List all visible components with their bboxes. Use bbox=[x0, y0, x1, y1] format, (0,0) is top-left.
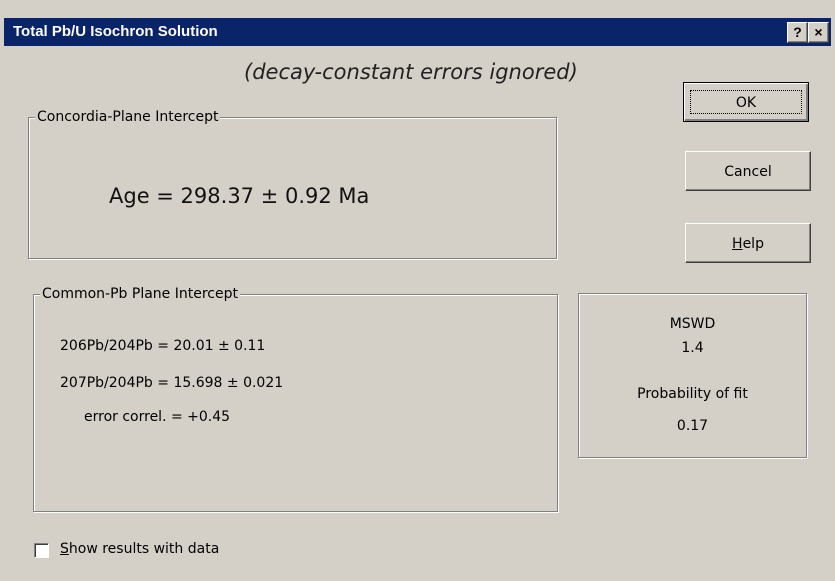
window-title: Total Pb/U Isochron Solution bbox=[13, 23, 218, 40]
error-correlation: error correl. = +0.45 bbox=[84, 409, 231, 425]
ratio-206-204: 206Pb/204Pb = 20.01 ± 0.11 bbox=[60, 338, 266, 354]
cancel-button[interactable]: Cancel bbox=[685, 151, 811, 191]
show-results-text: how results with data bbox=[68, 541, 220, 557]
common-pb-groupbox: Common-Pb Plane Intercept 206Pb/204Pb = … bbox=[33, 286, 558, 512]
dialog-window: Total Pb/U Isochron Solution ? × (decay-… bbox=[0, 0, 835, 581]
probability-label: Probability of fit bbox=[637, 386, 748, 402]
mswd-label: MSWD bbox=[669, 316, 716, 332]
show-results-checkbox[interactable] bbox=[34, 543, 49, 558]
subtitle-note: (decay-constant errors ignored) bbox=[244, 60, 578, 84]
age-result: Age = 298.37 ± 0.92 Ma bbox=[109, 184, 370, 208]
ratio-207-204: 207Pb/204Pb = 15.698 ± 0.021 bbox=[60, 375, 284, 391]
concordia-groupbox: Concordia-Plane Intercept Age = 298.37 ±… bbox=[28, 109, 557, 259]
help-label: elp bbox=[742, 236, 764, 252]
close-icon[interactable]: × bbox=[808, 22, 829, 43]
common-pb-legend: Common-Pb Plane Intercept bbox=[40, 286, 240, 302]
mswd-value: 1.4 bbox=[681, 340, 704, 356]
ok-label: OK bbox=[690, 90, 802, 114]
concordia-legend: Concordia-Plane Intercept bbox=[35, 109, 221, 125]
stats-box: MSWD 1.4 Probability of fit 0.17 bbox=[578, 293, 807, 458]
show-results-label[interactable]: Show results with data bbox=[60, 541, 219, 557]
show-results-mnemonic: S bbox=[60, 541, 69, 557]
help-title-button[interactable]: ? bbox=[787, 22, 808, 43]
help-mnemonic: H bbox=[732, 236, 743, 252]
probability-value: 0.17 bbox=[676, 418, 709, 434]
ok-button[interactable]: OK bbox=[683, 82, 809, 122]
help-button[interactable]: Help bbox=[685, 223, 811, 263]
title-bar[interactable]: Total Pb/U Isochron Solution ? × bbox=[4, 18, 831, 46]
